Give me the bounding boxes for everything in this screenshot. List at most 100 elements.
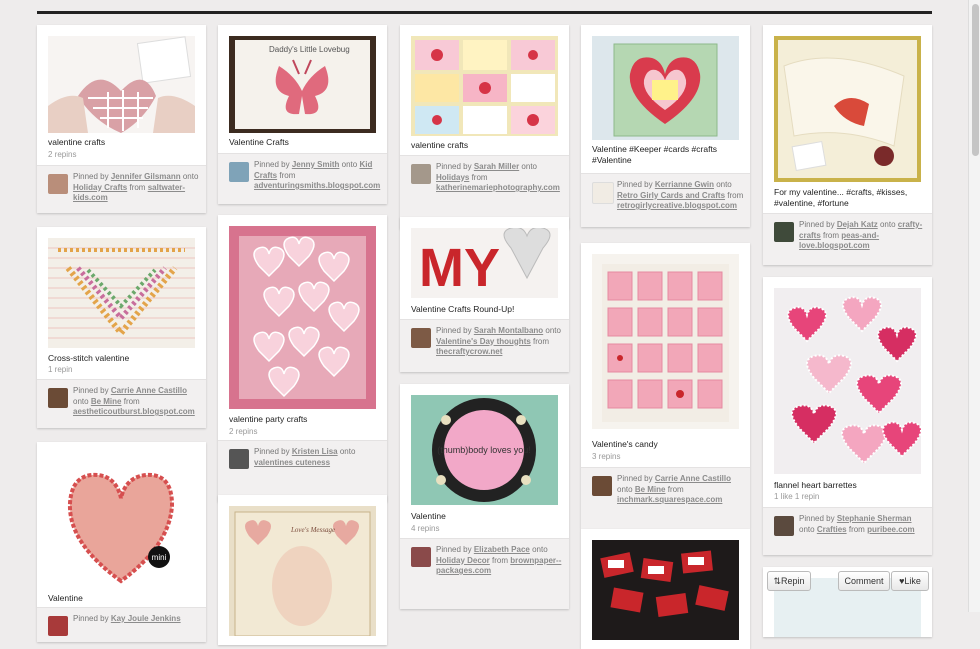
pinner-link[interactable]: Kay Joule Jenkins bbox=[111, 614, 181, 623]
board-link[interactable]: Be Mine bbox=[91, 397, 122, 406]
pinned-by-label: Pinned by bbox=[617, 180, 653, 189]
pinner-link[interactable]: Kristen Lisa bbox=[292, 447, 338, 456]
like-label: Like bbox=[904, 576, 921, 586]
pin-image[interactable] bbox=[592, 36, 739, 140]
pin-image[interactable]: Daddy's Little Lovebug bbox=[229, 36, 376, 133]
onto-label: onto bbox=[182, 172, 199, 181]
pin-card[interactable]: valentine crafts 2 repins Pinned by Jenn… bbox=[37, 25, 206, 213]
board-link[interactable]: Crafties bbox=[817, 525, 847, 534]
avatar[interactable] bbox=[229, 449, 249, 469]
pin-attribution: Pinned by Dejah Katz onto crafty-crafts … bbox=[763, 213, 932, 265]
pin-description: flannel heart barrettes bbox=[774, 480, 857, 490]
from-label: from bbox=[823, 230, 840, 240]
avatar[interactable] bbox=[774, 222, 794, 242]
pinner-link[interactable]: Carrie Anne Castillo bbox=[655, 474, 731, 483]
pinner-link[interactable]: Sarah Miller bbox=[474, 162, 519, 171]
pin-image[interactable] bbox=[411, 36, 558, 136]
pin-attribution: Pinned by Jennifer Gilsmann onto Holiday… bbox=[37, 165, 206, 213]
pin-image[interactable] bbox=[48, 36, 195, 133]
pin-description: Valentine bbox=[411, 511, 446, 521]
pin-image[interactable] bbox=[592, 540, 739, 640]
image-caption-text: (thumb)body loves you! bbox=[437, 445, 531, 455]
pin-image[interactable] bbox=[774, 36, 921, 182]
avatar[interactable] bbox=[48, 174, 68, 194]
source-link[interactable]: katherinemariephotography.com bbox=[436, 183, 560, 192]
pin-card[interactable]: Daddy's Little Lovebug Valentine Crafts … bbox=[218, 25, 387, 204]
like-button[interactable]: ♥Like bbox=[891, 571, 929, 591]
comment-label: Comment bbox=[844, 576, 884, 586]
from-label: from bbox=[533, 336, 550, 346]
pinner-link[interactable]: Stephanie Sherman bbox=[837, 514, 912, 523]
pin-image[interactable]: (thumb)body loves you! bbox=[411, 395, 558, 505]
pinner-link[interactable]: Jennifer Gilsmann bbox=[111, 172, 181, 181]
pin-card[interactable]: mini Valentine Pinned by Kay Joule Jenki… bbox=[37, 442, 206, 642]
pin-image[interactable]: MY bbox=[411, 228, 558, 298]
pinner-link[interactable]: Elizabeth Pace bbox=[474, 545, 530, 554]
board-link[interactable]: valentines cuteness bbox=[254, 458, 330, 467]
avatar[interactable] bbox=[592, 182, 614, 204]
pin-card[interactable]: MY Valentine Crafts Round-Up! Pinned by … bbox=[400, 217, 569, 372]
pin-attribution: Pinned by Carrie Anne Castillo onto Be M… bbox=[37, 379, 206, 428]
mini-logo-text: mini bbox=[152, 553, 167, 562]
source-link[interactable]: puribee.com bbox=[867, 525, 915, 534]
from-label: from bbox=[129, 182, 146, 192]
board-link[interactable]: Retro Girly Cards and Crafts bbox=[617, 191, 725, 200]
avatar[interactable] bbox=[48, 616, 68, 636]
pin-image[interactable] bbox=[48, 238, 195, 348]
pin-card[interactable] bbox=[581, 529, 750, 649]
source-link[interactable]: inchmark.squarespace.com bbox=[617, 495, 722, 504]
pin-card[interactable]: Valentine #Keeper #cards #crafts #Valent… bbox=[581, 25, 750, 227]
pin-card[interactable]: For my valentine... #crafts, #kisses, #v… bbox=[763, 25, 932, 265]
board-link[interactable]: Be Mine bbox=[635, 485, 666, 494]
pin-card[interactable]: flannel heart barrettes 1 like 1 repin P… bbox=[763, 277, 932, 555]
avatar[interactable] bbox=[229, 162, 249, 182]
board-link[interactable]: Holidays bbox=[436, 173, 469, 182]
pin-card[interactable]: valentine crafts Pinned by Sarah Miller … bbox=[400, 25, 569, 229]
pin-card[interactable]: (thumb)body loves you! Valentine 4 repin… bbox=[400, 384, 569, 609]
pinned-by-label: Pinned by bbox=[436, 545, 472, 554]
scrollbar[interactable] bbox=[968, 0, 980, 612]
board-link[interactable]: Holiday Crafts bbox=[73, 183, 127, 192]
pin-card[interactable]: Love's Message bbox=[218, 495, 387, 645]
source-link[interactable]: adventuringsmiths.blogspot.com bbox=[254, 181, 380, 190]
board-link[interactable]: Holiday Decor bbox=[436, 556, 490, 565]
avatar[interactable] bbox=[774, 516, 794, 536]
pin-image[interactable]: Love's Message bbox=[229, 506, 376, 636]
pin-description: valentine party crafts bbox=[229, 414, 308, 424]
from-label: from bbox=[471, 172, 488, 182]
pin-stats: 3 repins bbox=[592, 452, 621, 461]
scrollbar-thumb[interactable] bbox=[972, 4, 979, 156]
pinner-link[interactable]: Sarah Montalbano bbox=[474, 326, 543, 335]
pinned-by-label: Pinned by bbox=[436, 326, 472, 335]
pin-image[interactable] bbox=[592, 254, 739, 429]
avatar[interactable] bbox=[411, 164, 431, 184]
pinner-link[interactable]: Dejah Katz bbox=[837, 220, 878, 229]
onto-label: onto bbox=[799, 524, 815, 534]
comment-button[interactable]: Comment bbox=[838, 571, 890, 591]
avatar[interactable] bbox=[592, 476, 612, 496]
pinner-link[interactable]: Carrie Anne Castillo bbox=[111, 386, 187, 395]
onto-label: onto bbox=[521, 162, 537, 171]
pin-image[interactable]: mini bbox=[48, 453, 195, 588]
pin-card[interactable]: Valentine's candy 3 repins Pinned by Car… bbox=[581, 243, 750, 529]
pinned-by-label: Pinned by bbox=[73, 386, 109, 395]
pinner-link[interactable]: Jenny Smith bbox=[292, 160, 340, 169]
avatar[interactable] bbox=[411, 547, 431, 567]
pin-attribution: Pinned by Elizabeth Pace onto Holiday De… bbox=[400, 538, 569, 609]
pin-description: Valentine Crafts Round-Up! bbox=[411, 304, 515, 314]
pin-card[interactable]: valentine party crafts 2 repins Pinned b… bbox=[218, 215, 387, 502]
avatar[interactable] bbox=[411, 328, 431, 348]
pin-image[interactable] bbox=[774, 288, 921, 474]
pin-stats: 4 repins bbox=[411, 524, 440, 533]
from-label: from bbox=[848, 524, 865, 534]
board-link[interactable]: Valentine's Day thoughts bbox=[436, 337, 531, 346]
source-link[interactable]: thecraftycrow.net bbox=[436, 347, 502, 356]
source-link[interactable]: retrogirlycreative.blogspot.com bbox=[617, 201, 737, 210]
pin-description: valentine crafts bbox=[411, 140, 469, 150]
pin-card[interactable]: Cross-stitch valentine 1 repin Pinned by… bbox=[37, 227, 206, 428]
avatar[interactable] bbox=[48, 388, 68, 408]
pinner-link[interactable]: Kerrianne Gwin bbox=[655, 180, 714, 189]
repin-button[interactable]: ⇅Repin bbox=[767, 571, 811, 591]
pin-image[interactable] bbox=[229, 226, 376, 409]
source-link[interactable]: aestheticoutburst.blogspot.com bbox=[73, 407, 195, 416]
